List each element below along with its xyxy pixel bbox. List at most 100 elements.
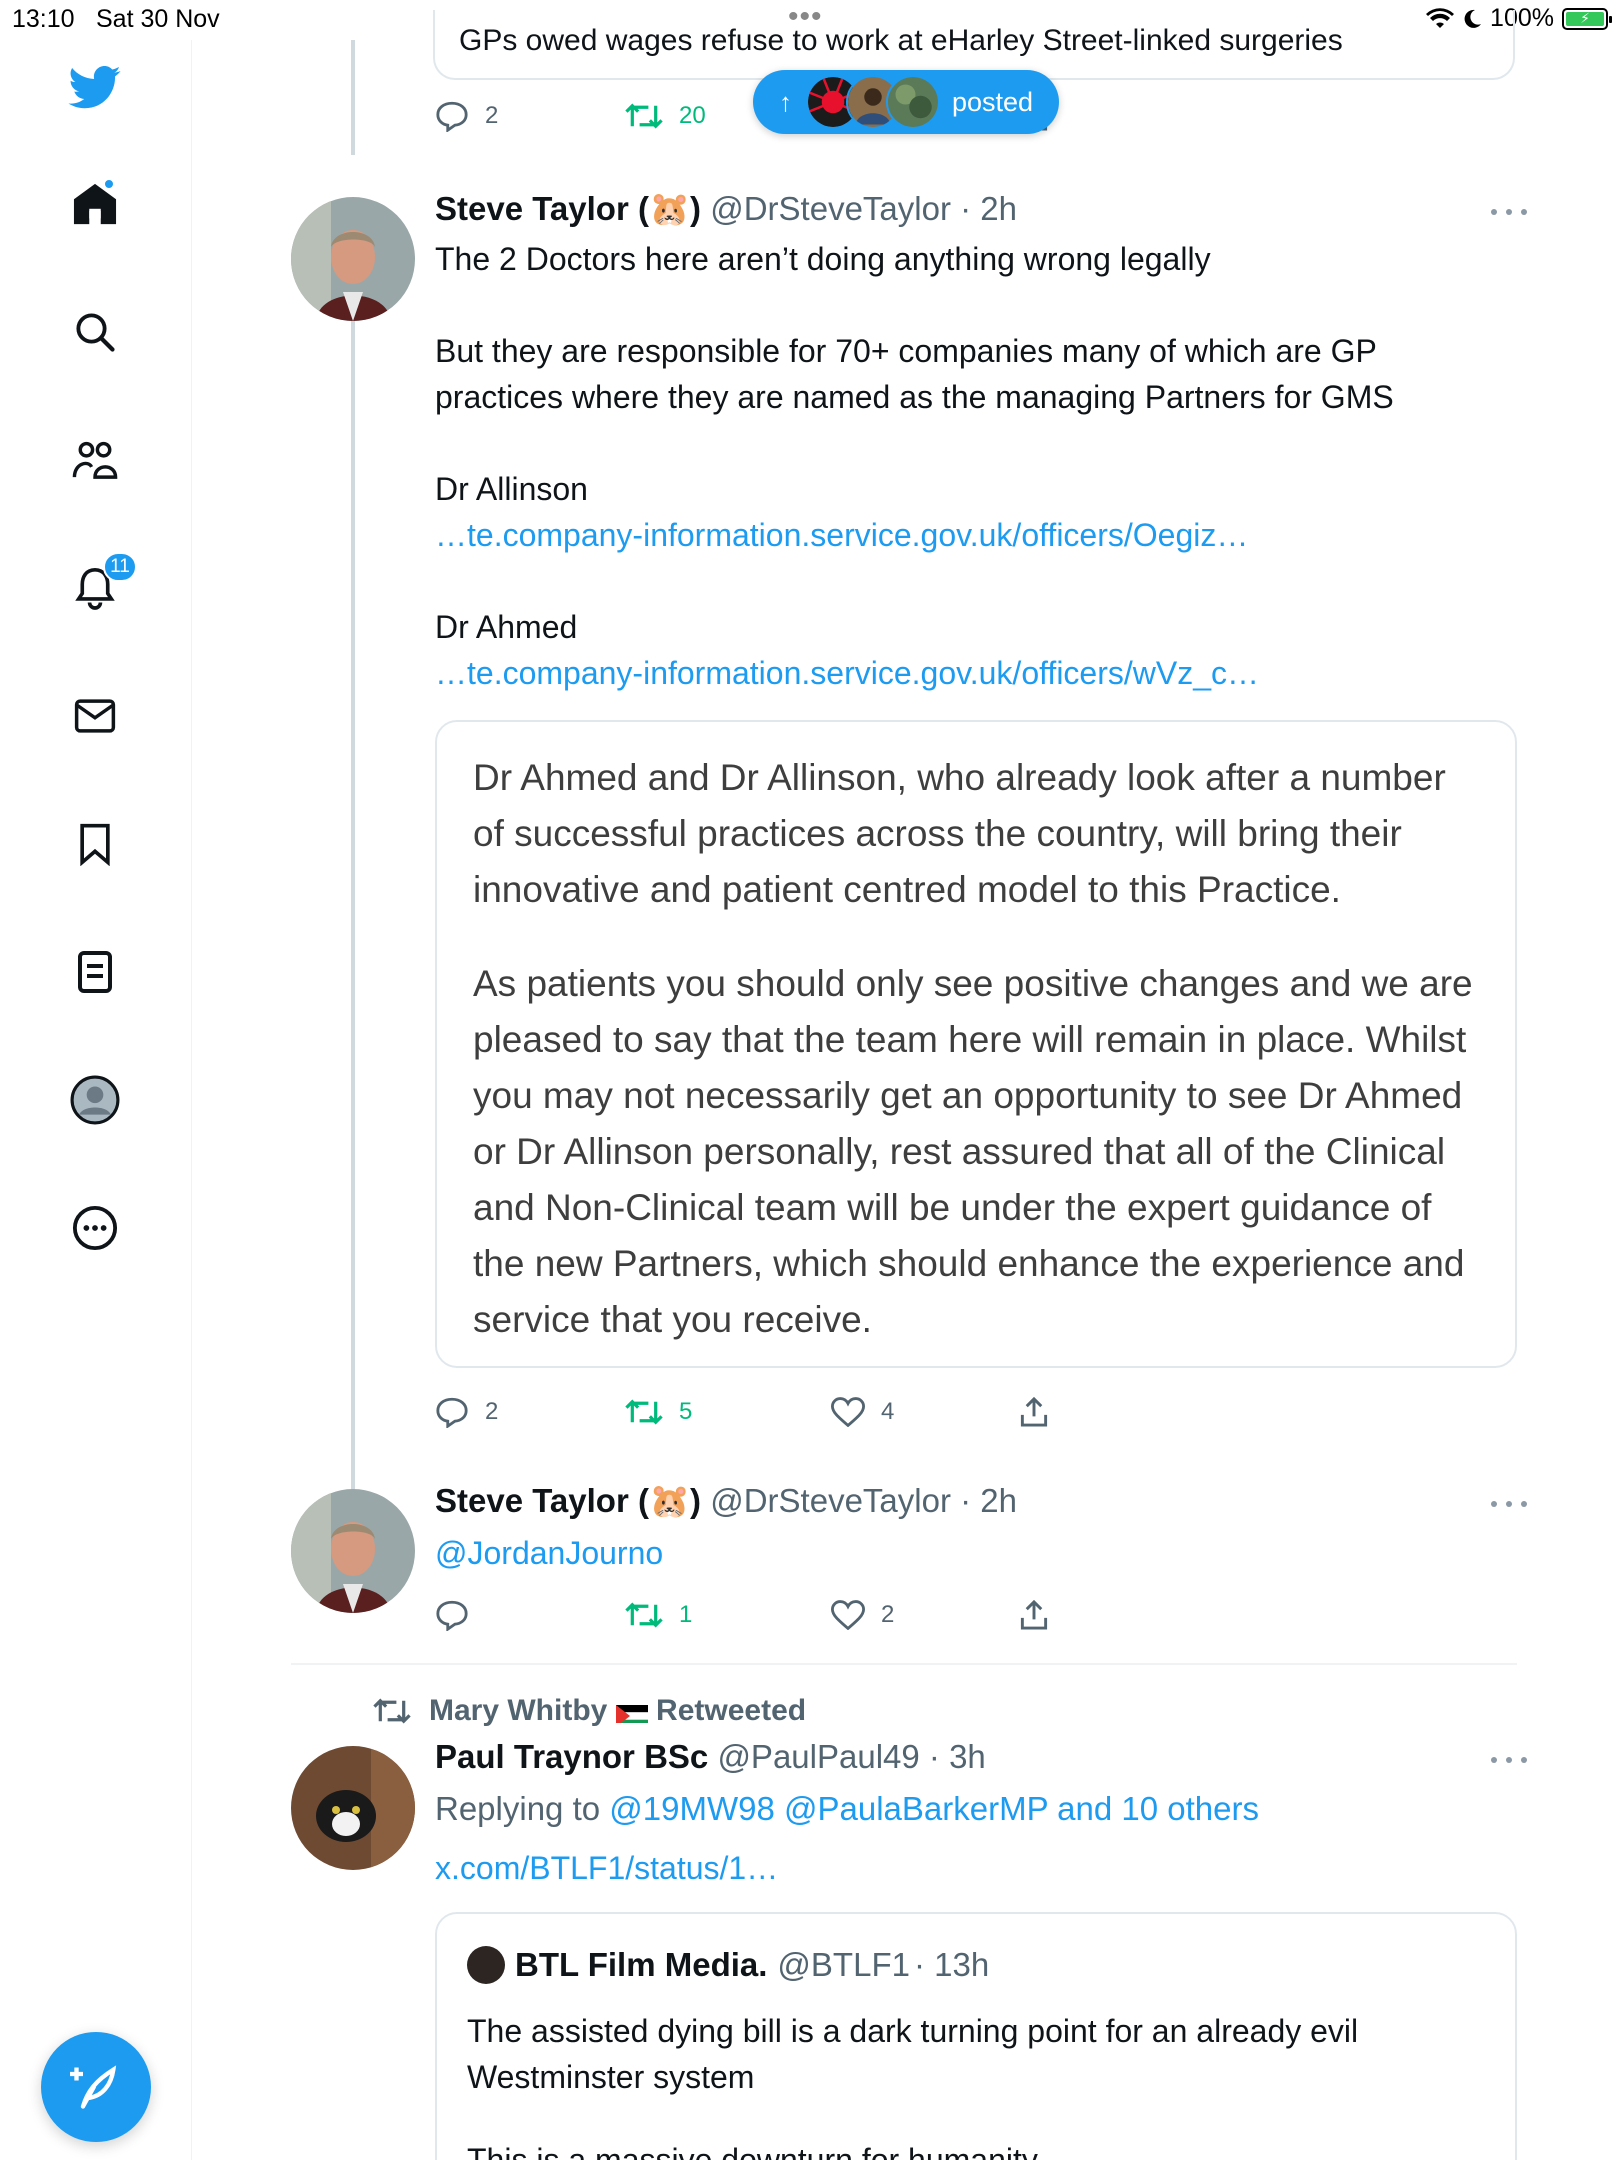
retweet-button[interactable]: 5 — [625, 1398, 692, 1426]
tweet-image[interactable]: Dr Ahmed and Dr Allinson, who already lo… — [435, 720, 1517, 1368]
tweet-time[interactable]: · 3h — [929, 1738, 986, 1775]
reply-icon — [436, 1397, 468, 1428]
avatar[interactable] — [291, 197, 415, 321]
heart-icon — [831, 1600, 865, 1630]
new-post-avatar — [886, 75, 940, 129]
thread-line — [351, 320, 355, 1492]
display-name[interactable]: Steve Taylor (🐹) — [435, 190, 701, 227]
more-options-icon[interactable] — [65, 1198, 125, 1258]
arrow-up-icon: ↑ — [779, 86, 792, 117]
notifications-badge: 11 — [103, 552, 137, 582]
avatar[interactable] — [291, 1746, 415, 1870]
tweet-more-button[interactable] — [1491, 1750, 1527, 1770]
share-button[interactable] — [1019, 1599, 1049, 1631]
twitter-logo-icon[interactable] — [65, 58, 125, 118]
tweet-more-button[interactable] — [1491, 1494, 1527, 1514]
thread-line — [351, 40, 355, 155]
quoted-tweet-header: BTL Film Media. @BTLF1 · 13h — [467, 1946, 989, 1984]
share-icon — [1020, 1396, 1048, 1427]
reply-count: 2 — [485, 102, 499, 129]
user-handle[interactable]: @PaulPaul49 — [717, 1738, 919, 1775]
share-icon — [1020, 1599, 1048, 1630]
like-count: 2 — [881, 1601, 895, 1628]
messages-icon[interactable] — [65, 686, 125, 746]
like-count: 4 — [881, 1398, 895, 1425]
status-time: 13:10 — [12, 5, 75, 33]
tweet-link[interactable]: …te.company-information.service.gov.uk/o… — [435, 650, 1505, 696]
retweet-icon — [625, 1602, 663, 1628]
lists-icon[interactable] — [65, 942, 125, 1002]
tweet-line: The 2 Doctors here aren’t doing anything… — [435, 241, 1211, 277]
tweet-link[interactable]: …te.company-information.service.gov.uk/o… — [435, 512, 1505, 558]
tweet-divider — [291, 1663, 1517, 1665]
retweet-count: 20 — [679, 102, 706, 129]
retweet-button[interactable]: 1 — [625, 1601, 692, 1629]
palestine-flag-icon — [615, 1701, 648, 1724]
reply-button[interactable]: 2 — [435, 1396, 498, 1428]
retweet-icon — [625, 1399, 663, 1425]
user-handle[interactable]: @DrSteveTaylor — [710, 190, 951, 227]
tweet-line: Dr Allinson — [435, 471, 588, 507]
quoted-time: · 13h — [913, 1946, 990, 1983]
quoted-display-name: BTL Film Media. — [515, 1946, 768, 1983]
retweeted-label: Retweeted — [656, 1694, 807, 1727]
retweet-button[interactable]: 20 — [625, 102, 706, 130]
user-handle[interactable]: @DrSteveTaylor — [710, 1482, 951, 1519]
home-icon[interactable] — [65, 174, 125, 234]
tweet-text: @JordanJourno — [435, 1530, 1505, 1576]
quoted-text: This is a massive downturn for humanity — [467, 2142, 1038, 2160]
reply-button[interactable]: 2 — [435, 100, 498, 132]
share-button[interactable] — [1019, 1396, 1049, 1428]
tweet-line: But they are responsible for 70+ compani… — [435, 333, 1394, 415]
display-name[interactable]: Steve Taylor (🐹) — [435, 1482, 701, 1519]
retweeter-name[interactable]: Mary Whitby — [429, 1694, 607, 1727]
tweet-time[interactable]: · 2h — [960, 1482, 1017, 1519]
home-unread-dot — [103, 178, 115, 190]
like-button[interactable]: 2 — [831, 1600, 894, 1630]
bookmarks-icon[interactable] — [65, 814, 125, 874]
retweet-count: 5 — [679, 1398, 693, 1425]
battery-icon: ⚡ — [1562, 7, 1612, 30]
reply-icon — [436, 101, 468, 132]
tweet-text: The 2 Doctors here aren’t doing anything… — [435, 236, 1505, 696]
tweet-line: Dr Ahmed — [435, 609, 578, 645]
reply-button[interactable] — [435, 1599, 469, 1631]
replying-to-users[interactable]: @19MW98 @PaulaBarkerMP and 10 others — [609, 1790, 1259, 1827]
search-icon[interactable] — [65, 302, 125, 362]
like-button[interactable]: 4 — [831, 1397, 894, 1427]
profile-avatar-icon[interactable] — [65, 1070, 125, 1130]
communities-icon[interactable] — [65, 430, 125, 490]
retweet-icon — [373, 1698, 411, 1724]
reply-icon — [436, 1600, 468, 1631]
tweet-text: x.com/BTLF1/status/1… — [435, 1845, 1505, 1891]
tweet-header: Paul Traynor BSc @PaulPaul49 · 3h — [435, 1738, 986, 1776]
sidebar: 11 — [0, 40, 192, 2160]
retweeted-by-line: Mary Whitby Retweeted — [373, 1694, 806, 1728]
replying-to-line: Replying to @19MW98 @PaulaBarkerMP and 1… — [435, 1786, 1505, 1832]
reply-count: 2 — [485, 1398, 499, 1425]
quoted-article-title: GPs owed wages refuse to work at eHarley… — [459, 24, 1343, 57]
tweet-header: Steve Taylor (🐹) @DrSteveTaylor · 2h — [435, 190, 1017, 229]
compose-tweet-button[interactable] — [41, 2032, 151, 2142]
quoted-tweet-card[interactable]: BTL Film Media. @BTLF1 · 13h The assiste… — [435, 1912, 1517, 2160]
tweet-more-button[interactable] — [1491, 202, 1527, 222]
image-text: As patients you should only see positive… — [473, 963, 1473, 1340]
avatar[interactable] — [291, 1489, 415, 1613]
heart-icon — [831, 1397, 865, 1427]
tweet-link[interactable]: x.com/BTLF1/status/1… — [435, 1850, 778, 1886]
new-posts-label: posted — [952, 86, 1034, 117]
notifications-icon[interactable]: 11 — [65, 552, 137, 618]
tweet-actions: 2 5 4 — [435, 1392, 1075, 1432]
quoted-avatar — [467, 1946, 505, 1984]
display-name[interactable]: Paul Traynor BSc — [435, 1738, 708, 1775]
timeline: GPs owed wages refuse to work at eHarley… — [193, 10, 1620, 2160]
mention-link[interactable]: @JordanJourno — [435, 1535, 663, 1571]
compose-feather-icon — [70, 2065, 117, 2109]
tweet-time[interactable]: · 2h — [960, 190, 1017, 227]
tweet-header: Steve Taylor (🐹) @DrSteveTaylor · 2h — [435, 1482, 1017, 1521]
retweet-icon — [625, 103, 663, 129]
new-posts-pill[interactable]: ↑ posted — [753, 70, 1059, 134]
quoted-text: The assisted dying bill is a dark turnin… — [467, 2013, 1359, 2095]
image-text: Dr Ahmed and Dr Allinson, who already lo… — [473, 757, 1446, 910]
quoted-handle: @BTLF1 — [777, 1946, 910, 1983]
